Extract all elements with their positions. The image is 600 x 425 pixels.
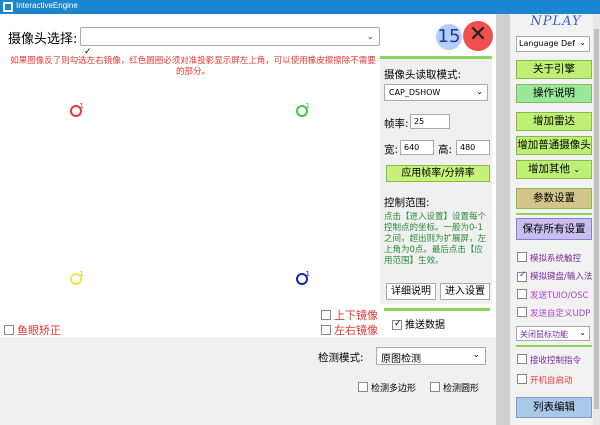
checkbox-box[interactable] <box>321 310 331 320</box>
detect-circle-label: 检测圆形 <box>443 384 480 394</box>
send-tuio-label: 发送TUIO/OSC <box>530 291 589 301</box>
width-label: 宽: <box>384 144 399 156</box>
mouse-function-value: 关闭鼠标功能 <box>520 330 568 339</box>
app-icon <box>3 2 13 12</box>
receive-cmd-label: 接收控制指令 <box>530 356 582 366</box>
height-label: 高: <box>438 144 453 156</box>
detect-circle-checkbox[interactable]: 检测圆形 <box>430 381 479 394</box>
panel-divider <box>496 14 510 425</box>
manual-button[interactable]: 操作说明 <box>516 84 592 103</box>
checkbox-box[interactable] <box>517 374 527 384</box>
simulate-keyboard-checkbox[interactable]: 模拟键盘/输入法 <box>517 270 592 282</box>
flip-vertical-checkbox[interactable]: 上下镜像 <box>321 307 378 323</box>
add-radar-button[interactable]: 增加雷达 <box>516 112 592 131</box>
checkbox-box[interactable] <box>517 307 527 317</box>
send-tuio-checkbox[interactable]: 发送TUIO/OSC <box>517 289 589 301</box>
camera-select-label: 摄像头选择: <box>8 32 78 47</box>
right-panel-scrollbar[interactable] <box>593 14 600 425</box>
chevron-down-icon: ⌄ <box>476 87 483 96</box>
save-all-button[interactable]: 保存所有设置 <box>516 218 592 240</box>
checkbox-box[interactable] <box>517 252 527 262</box>
fps-label: 帧率: <box>384 118 409 130</box>
push-data-group: 推送数据 <box>384 308 490 334</box>
marker-label: 1 <box>79 102 84 110</box>
marker-bottom-left[interactable]: 1 <box>70 270 84 285</box>
simulate-touch-label: 模拟系统触控 <box>530 254 582 264</box>
send-udp-checkbox[interactable]: 发送自定义UDP <box>517 307 590 319</box>
mirror-hint-text: 如果图像反了则勾选左右镜像，红色圆圈必须对准投影显示屏左上角，可以使用橡皮擦擦除… <box>10 56 376 77</box>
scrollbar-thumb[interactable] <box>594 29 599 409</box>
window-title: InteractiveEngine <box>16 1 78 10</box>
checkbox-box[interactable] <box>358 382 368 392</box>
checkbox-box[interactable] <box>4 325 14 335</box>
camera-select[interactable]: ⌄ <box>80 27 380 46</box>
flip-horizontal-label: 左右镜像 <box>334 324 378 337</box>
marker-top-left[interactable]: 1 <box>70 102 84 117</box>
add-other-label: 增加其他 <box>527 163 570 175</box>
detection-mode-value: 原图检测 <box>381 354 421 365</box>
marker-label: 1 <box>79 270 84 278</box>
list-edit-button[interactable]: 列表编辑 <box>516 397 592 418</box>
apply-fps-resolution-button[interactable]: 应用帧率/分辨率 <box>386 165 490 182</box>
add-camera-button[interactable]: 增加普通摄像头 <box>516 136 592 155</box>
detection-mode-label: 检测模式: <box>318 352 364 364</box>
separator <box>516 345 592 347</box>
autostart-checkbox[interactable]: 开机自启动 <box>517 374 573 386</box>
chevron-down-icon: ⌄ <box>579 38 586 47</box>
mouse-function-select[interactable]: 关闭鼠标功能 ⌄ <box>516 326 590 341</box>
nplay-logo: NPLAY <box>530 14 582 29</box>
separator <box>516 213 592 215</box>
marker-label: 1 <box>305 102 310 110</box>
about-engine-button[interactable]: 关于引擎 <box>516 60 592 79</box>
checkbox-box[interactable] <box>517 289 527 299</box>
read-mode-title: 摄像头读取模式: <box>384 69 462 81</box>
receive-cmd-checkbox[interactable]: 接收控制指令 <box>517 354 581 366</box>
simulate-touch-checkbox[interactable]: 模拟系统触控 <box>517 252 581 264</box>
chevron-down-icon: ⌄ <box>579 328 586 337</box>
push-data-label: 推送数据 <box>405 320 445 331</box>
fps-input[interactable]: 25 <box>410 114 450 129</box>
detail-button[interactable]: 详细说明 <box>386 283 436 300</box>
close-icon[interactable]: ✕ <box>463 21 493 51</box>
enter-settings-button[interactable]: 进入设置 <box>440 283 490 300</box>
camera-settings-panel: 摄像头读取模式: CAP_DSHOW ⌄ 帧率: 25 宽: 640 高: 48… <box>380 56 492 304</box>
detect-polygon-label: 检测多边形 <box>371 384 417 394</box>
read-mode-select[interactable]: CAP_DSHOW ⌄ <box>384 84 488 101</box>
camera-preview[interactable]: 1 1 1 1 <box>0 80 380 310</box>
add-other-button[interactable]: 增加其他 ⌄ <box>516 160 592 179</box>
control-range-text: 点击【进入设置】设置每个控制点的坐标。一般为0-1之间，超出则为扩展屏，左上角为… <box>384 212 487 266</box>
marker-label: 1 <box>305 270 310 278</box>
checkbox-box[interactable] <box>392 320 402 330</box>
read-mode-value: CAP_DSHOW <box>389 88 441 97</box>
title-bar: InteractiveEngine <box>0 0 600 14</box>
flip-horizontal-checkbox[interactable]: 左右镜像 <box>321 322 378 338</box>
send-udp-label: 发送自定义UDP <box>530 309 591 319</box>
chevron-down-icon: ⌄ <box>472 350 480 360</box>
params-button[interactable]: 参数设置 <box>516 188 592 209</box>
detection-area: 检测模式: 原图检测 ⌄ 检测多边形 检测圆形 <box>0 337 496 425</box>
height-input[interactable]: 480 <box>456 140 490 155</box>
marker-top-right[interactable]: 1 <box>296 102 310 117</box>
autostart-label: 开机自启动 <box>530 376 573 386</box>
flip-vertical-label: 上下镜像 <box>334 309 378 322</box>
marker-bottom-right[interactable]: 1 <box>296 270 310 285</box>
chevron-down-icon: ⌄ <box>573 165 581 174</box>
checkbox-box[interactable] <box>517 354 527 364</box>
width-input[interactable]: 640 <box>400 140 434 155</box>
detection-mode-select[interactable]: 原图检测 ⌄ <box>376 347 486 365</box>
checkbox-box[interactable] <box>430 382 440 392</box>
language-select[interactable]: Language Def ⌄ <box>516 36 590 52</box>
fisheye-checkbox[interactable]: 鱼眼矫正 <box>4 322 61 338</box>
checkbox-box[interactable] <box>321 325 331 335</box>
detect-polygon-checkbox[interactable]: 检测多边形 <box>358 381 416 394</box>
chevron-down-icon: ⌄ <box>366 32 374 42</box>
fisheye-label: 鱼眼矫正 <box>17 324 61 337</box>
camera-counter-badge: 15 <box>436 24 462 50</box>
push-data-checkbox[interactable]: 推送数据 <box>392 316 445 331</box>
simulate-keyboard-label: 模拟键盘/输入法 <box>530 272 593 282</box>
language-value: Language Def <box>519 39 575 48</box>
checkbox-box[interactable] <box>517 272 527 282</box>
control-range-title: 控制范围: <box>384 197 430 209</box>
